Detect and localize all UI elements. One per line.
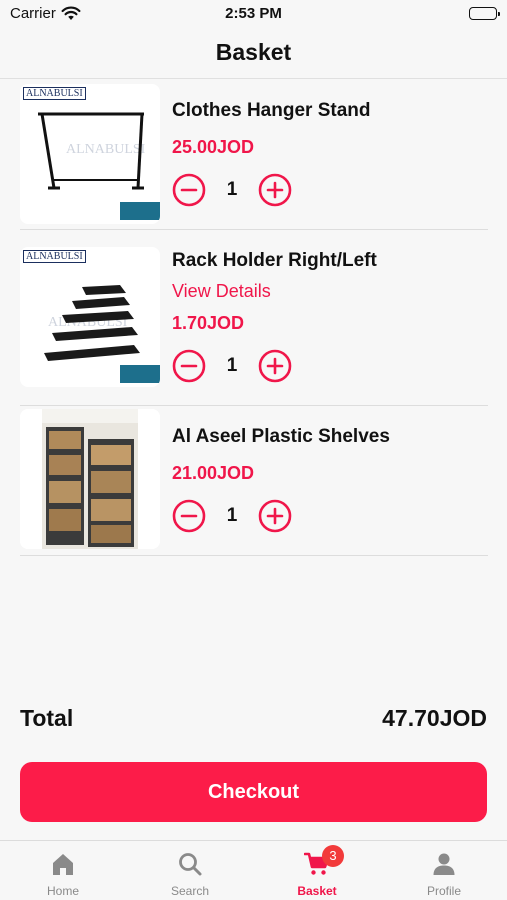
tab-bar: Home Search 3 Basket Profile — [0, 840, 507, 900]
decrease-quantity-button[interactable] — [172, 499, 206, 533]
tab-basket[interactable]: 3 Basket — [254, 841, 380, 900]
quantity-value: 1 — [226, 179, 238, 200]
clock: 2:53 PM — [225, 5, 282, 22]
product-image — [20, 409, 160, 549]
home-icon — [50, 851, 76, 877]
tab-home[interactable]: Home — [0, 841, 126, 900]
item-price: 25.00JOD — [172, 137, 255, 157]
tab-search[interactable]: Search — [127, 841, 253, 900]
decrease-quantity-button[interactable] — [172, 349, 206, 383]
item-price: 1.70JOD — [172, 313, 245, 333]
basket-item[interactable]: Al Aseel Plastic Shelves 21.00JOD 1 — [20, 406, 488, 556]
tab-label: Basket — [297, 884, 337, 898]
product-image: ALNABULSI ALNABULSI — [20, 247, 160, 387]
increase-quantity-button[interactable] — [258, 499, 292, 533]
battery-icon — [469, 7, 500, 20]
profile-icon — [431, 851, 457, 877]
tab-profile[interactable]: Profile — [381, 841, 507, 900]
total-label: Total — [20, 705, 74, 731]
quantity-value: 1 — [226, 505, 238, 526]
cart-count-badge: 3 — [322, 845, 344, 867]
increase-quantity-button[interactable] — [258, 349, 292, 383]
quantity-stepper[interactable]: 1 — [172, 173, 292, 207]
item-name: Clothes Hanger Stand — [172, 100, 371, 121]
view-details-link[interactable]: View Details — [172, 281, 271, 302]
page-title: Basket — [215, 39, 292, 65]
decrease-quantity-button[interactable] — [172, 173, 206, 207]
item-name: Al Aseel Plastic Shelves — [172, 426, 390, 447]
quantity-value: 1 — [226, 355, 238, 376]
nav-header: Basket — [0, 30, 507, 79]
search-icon — [177, 851, 203, 877]
tab-label: Profile — [426, 884, 461, 898]
brand-tag — [120, 365, 160, 383]
quantity-stepper[interactable]: 1 — [172, 349, 292, 383]
basket-item[interactable]: ALNABULSI ALNABULSI Rack Holder Right/Le… — [20, 230, 488, 406]
tab-label: Home — [46, 884, 79, 898]
item-price: 21.00JOD — [172, 463, 255, 483]
item-name: Rack Holder Right/Left — [172, 250, 377, 271]
checkout-button[interactable]: Checkout — [20, 762, 487, 822]
total-value: 47.70JOD — [382, 705, 487, 731]
quantity-stepper[interactable]: 1 — [172, 499, 292, 533]
tab-label: Search — [170, 884, 210, 898]
basket-item[interactable]: ALNABULSI ALNABULSI Clothes Hanger Stand… — [20, 84, 488, 230]
product-image: ALNABULSI ALNABULSI — [20, 84, 160, 224]
status-bar: Carrier 2:53 PM — [0, 0, 507, 30]
brand-tag — [120, 202, 160, 220]
increase-quantity-button[interactable] — [258, 173, 292, 207]
